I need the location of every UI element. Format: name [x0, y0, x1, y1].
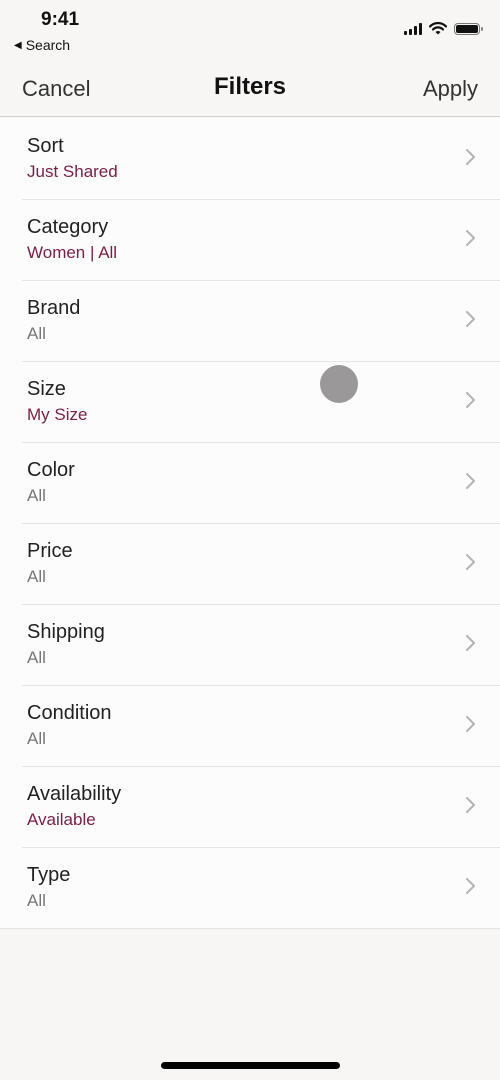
filter-label: Brand	[27, 297, 81, 319]
apply-button[interactable]: Apply	[423, 76, 478, 102]
filter-label: Availability	[27, 783, 122, 805]
filter-label: Shipping	[27, 621, 105, 643]
filter-label: Color	[27, 459, 75, 481]
nav-bar: Cancel Filters Apply	[0, 62, 500, 117]
touch-indicator	[320, 365, 358, 403]
status-bar: 9:41 ◀ Search	[0, 0, 500, 62]
filter-value: My Size	[27, 405, 88, 424]
filter-value: Available	[27, 810, 96, 829]
filter-row-shipping[interactable]: Shipping All	[0, 604, 500, 685]
filter-value: All	[27, 567, 46, 586]
filter-list: Sort Just Shared Category Women | All Brand A…	[0, 118, 500, 929]
back-triangle-icon: ◀	[14, 39, 22, 51]
filter-label: Condition	[27, 702, 112, 724]
filter-row-size[interactable]: Size My Size	[0, 361, 500, 442]
chevron-right-icon	[466, 797, 475, 813]
filter-label: Category	[27, 216, 109, 238]
filter-row-price[interactable]: Price All	[0, 523, 500, 604]
filter-label: Size	[27, 378, 66, 400]
filter-value: Just Shared	[27, 162, 118, 181]
chevron-right-icon	[466, 554, 475, 570]
status-icons	[404, 22, 483, 35]
filter-value: All	[27, 324, 46, 343]
chevron-right-icon	[466, 230, 475, 246]
filter-row-sort[interactable]: Sort Just Shared	[0, 118, 500, 199]
filter-label: Price	[27, 540, 73, 562]
chevron-right-icon	[466, 149, 475, 165]
filter-row-category[interactable]: Category Women | All	[0, 199, 500, 280]
filter-row-condition[interactable]: Condition All	[0, 685, 500, 766]
chevron-right-icon	[466, 311, 475, 327]
filter-row-brand[interactable]: Brand All	[0, 280, 500, 361]
back-label: Search	[25, 37, 71, 53]
filter-value: All	[27, 891, 46, 910]
home-indicator[interactable]	[161, 1062, 340, 1069]
filter-row-color[interactable]: Color All	[0, 442, 500, 523]
chevron-right-icon	[466, 635, 475, 651]
filter-row-availability[interactable]: Availability Available	[0, 766, 500, 847]
filter-value: Women | All	[27, 243, 118, 262]
wifi-icon	[429, 22, 447, 35]
signal-icon	[404, 22, 422, 35]
status-time: 9:41	[41, 9, 80, 30]
battery-icon	[454, 22, 483, 35]
filter-value: All	[27, 729, 46, 748]
filter-row-type[interactable]: Type All	[0, 847, 500, 928]
chevron-right-icon	[466, 716, 475, 732]
filter-value: All	[27, 486, 46, 505]
filter-label: Sort	[27, 135, 64, 157]
filter-label: Type	[27, 864, 71, 886]
chevron-right-icon	[466, 392, 475, 408]
chevron-right-icon	[466, 878, 475, 894]
back-to-search-link[interactable]: ◀ Search	[14, 37, 70, 53]
filter-value: All	[27, 648, 46, 667]
chevron-right-icon	[466, 473, 475, 489]
